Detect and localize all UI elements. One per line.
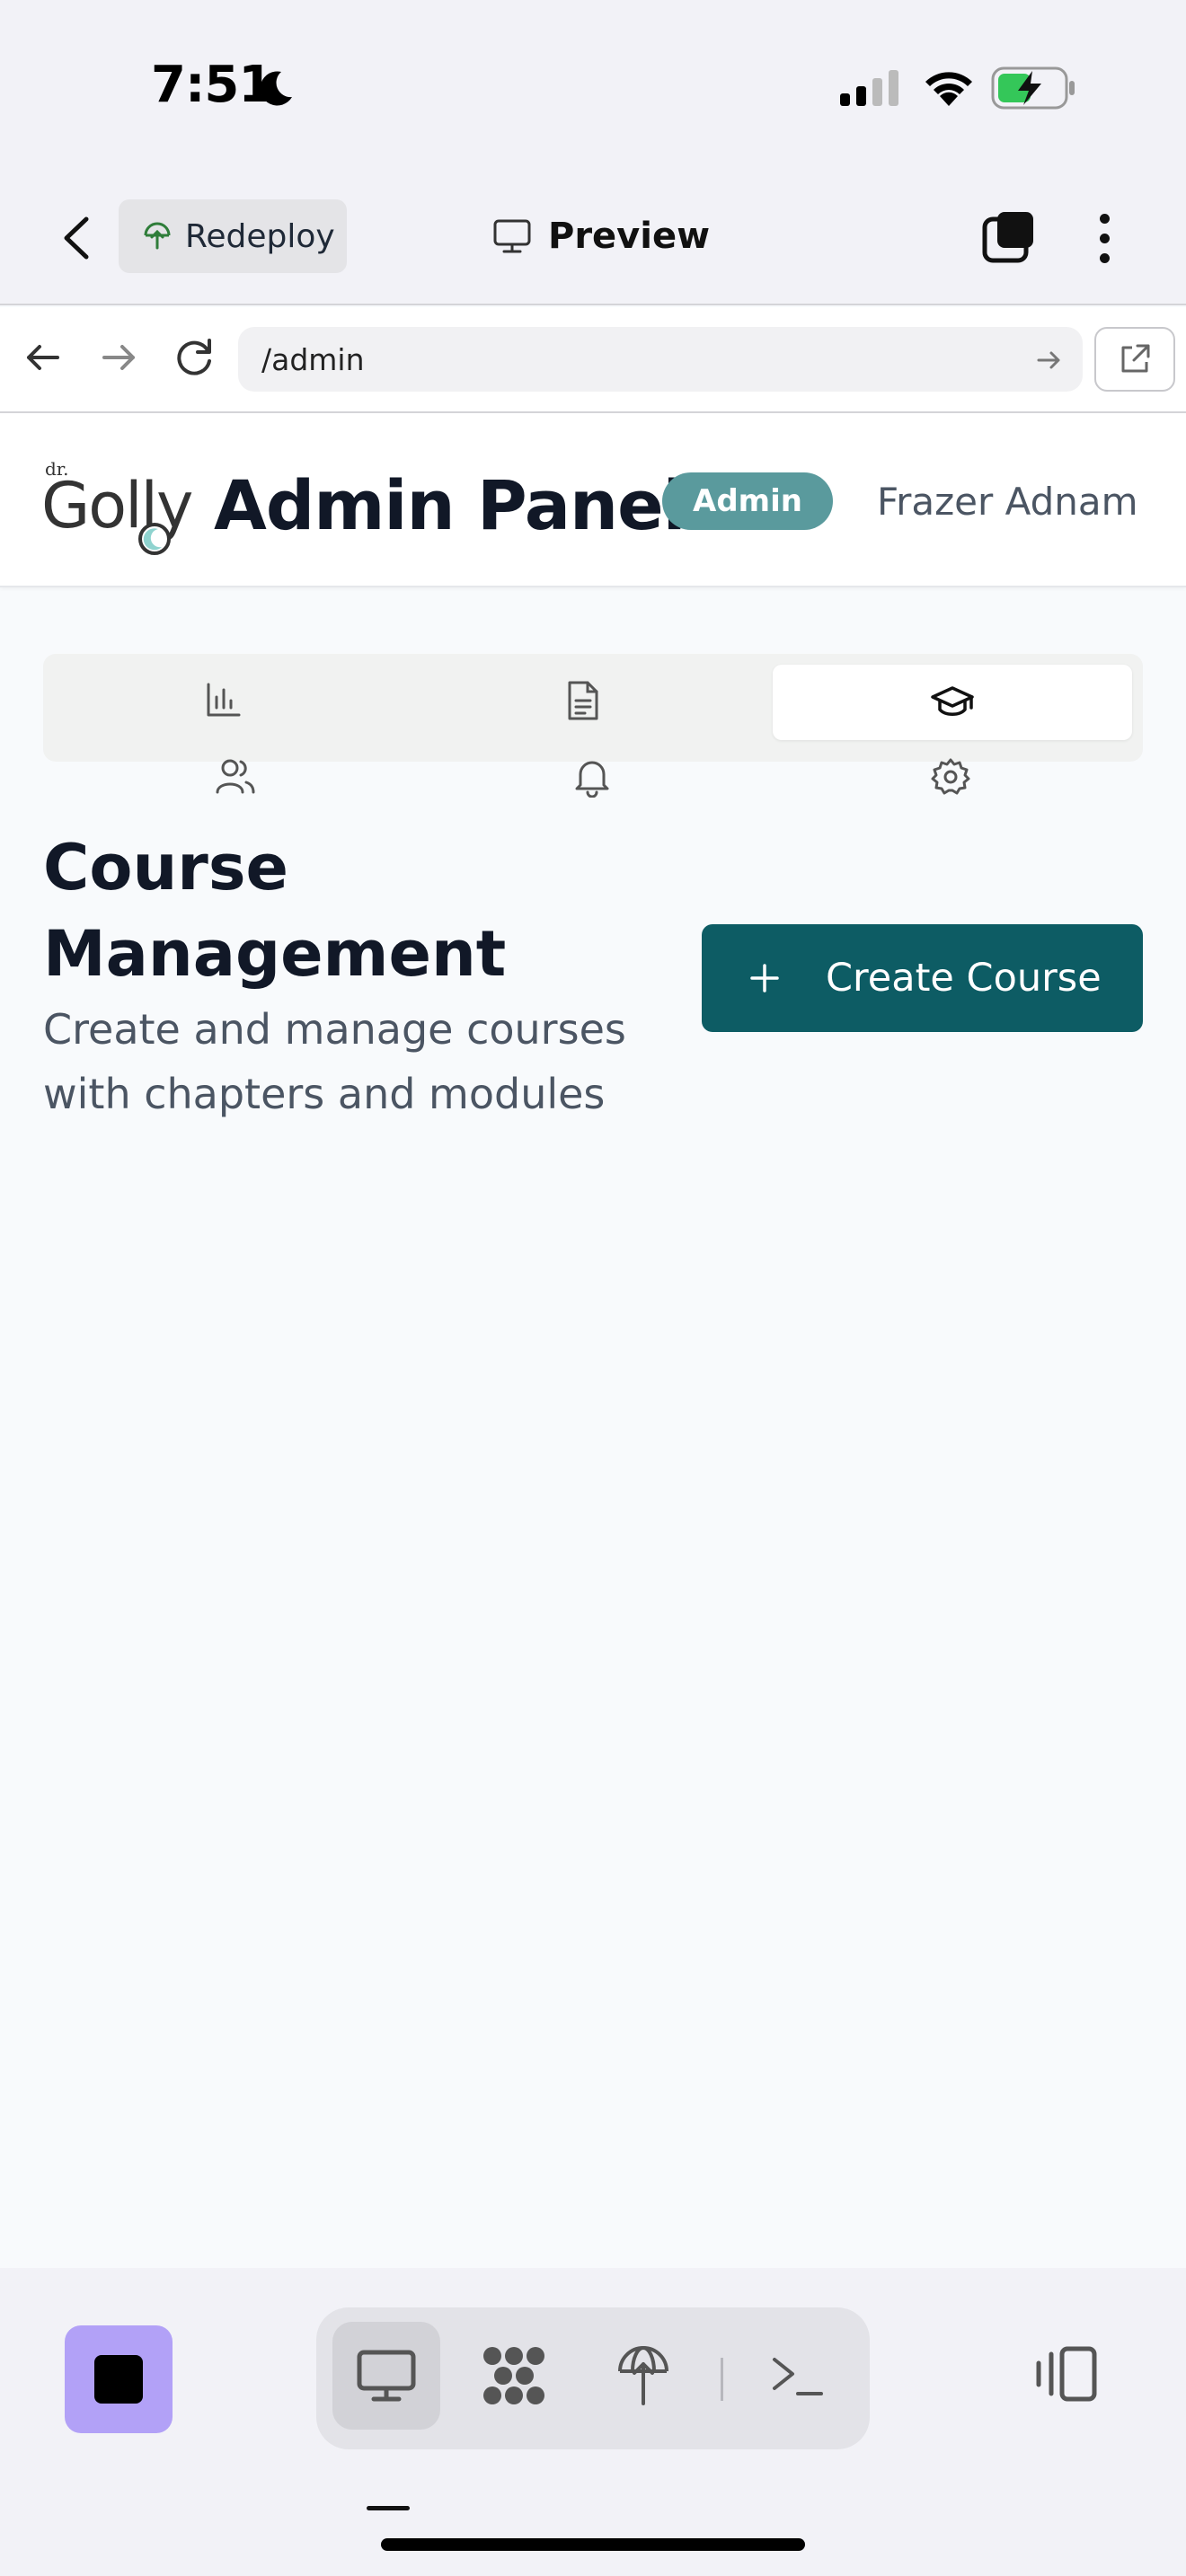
- open-external-button[interactable]: [1094, 327, 1175, 392]
- browser-back-icon[interactable]: [23, 338, 63, 381]
- url-value: /admin: [261, 342, 365, 377]
- external-link-icon: [1121, 344, 1150, 373]
- deploy-button[interactable]: [589, 2322, 697, 2430]
- graduation-cap-icon: [931, 686, 974, 716]
- bell-icon: [575, 761, 609, 798]
- url-input[interactable]: /admin: [238, 327, 1083, 392]
- tab-analytics[interactable]: [43, 663, 403, 738]
- bar-chart-icon: [207, 683, 241, 717]
- status-time: 7:51: [151, 56, 273, 114]
- admin-tab-strip: [43, 654, 1143, 762]
- workspace-button[interactable]: [460, 2322, 568, 2430]
- go-arrow-icon[interactable]: [1036, 347, 1063, 377]
- site-header: dr. Golly Admin Panel Admin Frazer Adnam: [0, 413, 1186, 587]
- tab-courses[interactable]: [773, 665, 1132, 740]
- reload-icon[interactable]: [173, 334, 217, 383]
- home-indicator: [381, 2538, 805, 2551]
- more-options-icon[interactable]: [1091, 208, 1118, 268]
- chevron-left-icon: [64, 216, 89, 260]
- create-course-label: Create Course: [826, 956, 1102, 1001]
- monitor-icon: [493, 219, 531, 253]
- app-nav-bar: Redeploy Preview: [0, 171, 1186, 305]
- view-switcher: [316, 2307, 870, 2510]
- bottom-toolbar: [0, 2268, 1186, 2576]
- terminal-icon: [773, 2358, 823, 2395]
- stop-icon: [94, 2355, 143, 2404]
- active-view-indicator: [367, 2506, 410, 2510]
- browser-forward-icon[interactable]: [99, 338, 138, 381]
- user-name[interactable]: Frazer Adnam: [877, 480, 1138, 524]
- document-icon: [568, 681, 598, 720]
- redeploy-label: Redeploy: [185, 217, 335, 255]
- stop-button[interactable]: [65, 2325, 173, 2433]
- screen: 7:51 Redeploy Preview /admin dr. Golly A…: [0, 0, 1186, 2576]
- tab-users[interactable]: [214, 756, 257, 799]
- status-bar: 7:51: [0, 0, 1186, 171]
- users-icon: [216, 759, 255, 794]
- moon-icon: [256, 68, 296, 111]
- desktop-view-button[interactable]: [332, 2322, 440, 2430]
- page-title: Admin Panel: [214, 465, 686, 545]
- shell-button[interactable]: [744, 2322, 852, 2430]
- plus-icon: [750, 964, 779, 992]
- tab-notifications[interactable]: [571, 756, 613, 801]
- deploy-icon: [144, 222, 171, 250]
- back-button[interactable]: [54, 208, 99, 268]
- gear-icon: [931, 758, 970, 795]
- preview-title[interactable]: Preview: [492, 207, 710, 266]
- create-course-button[interactable]: Create Course: [702, 924, 1143, 1032]
- toolbar-divider: [721, 2358, 723, 2401]
- tab-settings[interactable]: [930, 756, 971, 801]
- cellular-signal-icon: [840, 70, 899, 110]
- monitor-icon: [357, 2350, 416, 2402]
- blocks-icon: [483, 2347, 544, 2404]
- preview-label: Preview: [548, 216, 711, 257]
- battery-charging-icon: [991, 66, 1077, 113]
- section-subtitle: Create and manage courses with chapters …: [43, 1005, 626, 1118]
- dr-golly-logo[interactable]: dr. Golly: [41, 456, 194, 555]
- tab-content[interactable]: [403, 663, 762, 738]
- deploy-icon: [618, 2345, 668, 2405]
- redeploy-button[interactable]: Redeploy: [119, 199, 347, 273]
- wifi-icon: [921, 66, 977, 111]
- browser-url-bar: /admin: [0, 307, 1186, 413]
- role-badge: Admin: [662, 472, 833, 530]
- panel-toggle-icon[interactable]: [1031, 2345, 1100, 2406]
- section-title: Course Management: [43, 831, 507, 991]
- tabs-switcher-icon[interactable]: [981, 208, 1039, 269]
